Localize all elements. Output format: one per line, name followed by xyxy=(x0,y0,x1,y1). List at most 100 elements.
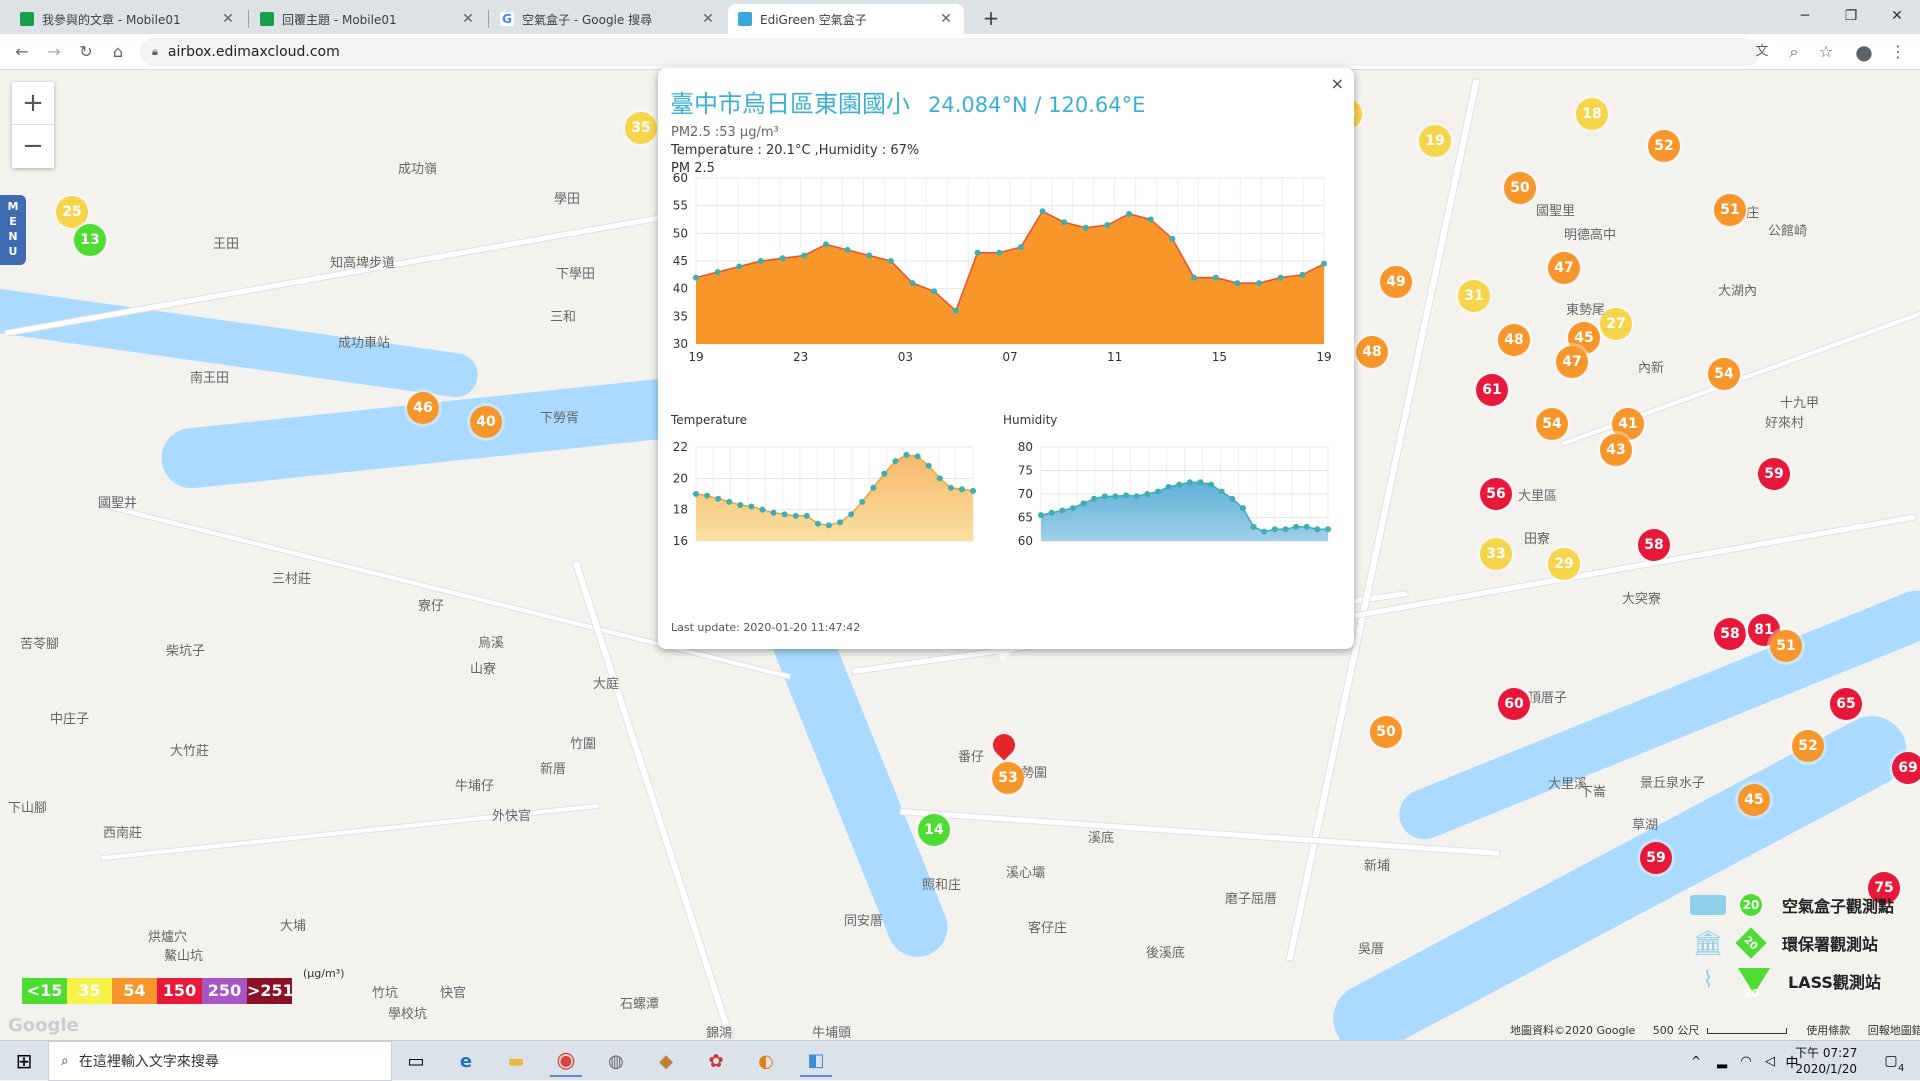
place-label: 快官 xyxy=(440,986,467,1001)
air-quality-marker[interactable]: 49 xyxy=(1380,266,1412,298)
terms-link[interactable]: 使用條款 xyxy=(1806,1024,1850,1037)
browser-tab-active[interactable]: EdiGreen 空氣盒子 ✕ xyxy=(728,4,964,34)
app-icon[interactable]: ◍ xyxy=(600,1045,632,1077)
data-point xyxy=(748,503,755,510)
task-view-icon[interactable]: ▭ xyxy=(400,1045,432,1077)
air-quality-marker[interactable]: 61 xyxy=(1476,374,1508,406)
air-quality-marker[interactable]: 51 xyxy=(1714,194,1746,226)
close-tab-icon[interactable]: ✕ xyxy=(938,11,954,27)
air-quality-marker[interactable]: 45 xyxy=(1738,784,1770,816)
close-tab-icon[interactable]: ✕ xyxy=(460,11,476,27)
x-tick-label: 23 xyxy=(793,350,808,364)
station-type-epa[interactable]: 🏛︎ 20 環保署觀測站 xyxy=(1690,927,1920,959)
y-tick-label: 65 xyxy=(1018,511,1033,525)
station-type-lass[interactable]: ⌇ 20 LASS觀測站 xyxy=(1690,966,1920,999)
y-tick-label: 50 xyxy=(673,226,688,240)
taskbar-search-input[interactable]: ⌕ 在這裡輸入文字來搜尋 xyxy=(48,1041,392,1081)
close-tab-icon[interactable]: ✕ xyxy=(220,11,236,27)
windows-start-icon[interactable]: ⊞ xyxy=(8,1045,40,1077)
air-quality-marker[interactable]: 27 xyxy=(1600,308,1632,340)
air-quality-marker[interactable]: 13 xyxy=(74,224,106,256)
menu-tab[interactable]: M E N U xyxy=(0,195,26,265)
address-bar[interactable]: 🔒︎ airbox.edimaxcloud.com xyxy=(140,38,1760,66)
air-quality-marker[interactable]: 69 xyxy=(1892,752,1920,784)
air-quality-marker[interactable]: 53 xyxy=(992,762,1024,794)
system-clock[interactable]: 下午 07:27 2020/1/20 xyxy=(1795,1045,1857,1077)
air-quality-marker[interactable]: 59 xyxy=(1758,458,1790,490)
app-icon[interactable]: ◆ xyxy=(650,1045,682,1077)
air-quality-marker[interactable]: 14 xyxy=(918,814,950,846)
air-quality-marker[interactable]: 58 xyxy=(1638,529,1670,561)
air-quality-marker[interactable]: 33 xyxy=(1480,538,1512,570)
air-quality-marker[interactable]: 54 xyxy=(1536,408,1568,440)
air-quality-marker[interactable]: 18 xyxy=(1576,98,1608,130)
browser-tab[interactable]: G 空氣盒子 - Google 搜尋 ✕ xyxy=(490,4,726,34)
more-menu-icon[interactable]: ⋮ xyxy=(1886,40,1910,64)
air-quality-marker[interactable]: 60 xyxy=(1498,688,1530,720)
home-icon[interactable]: ⌂ xyxy=(106,40,130,64)
air-quality-marker[interactable]: 65 xyxy=(1830,688,1862,720)
air-quality-marker[interactable]: 46 xyxy=(407,392,439,424)
air-quality-marker[interactable]: 50 xyxy=(1370,716,1402,748)
back-icon[interactable]: ← xyxy=(10,40,34,64)
zoom-in-button[interactable]: + xyxy=(12,82,54,125)
new-tab-button[interactable]: + xyxy=(977,6,1005,30)
data-point xyxy=(1261,528,1268,535)
selected-station-pin-icon[interactable] xyxy=(988,729,1020,761)
air-quality-marker[interactable]: 48 xyxy=(1356,336,1388,368)
air-quality-marker[interactable]: 35 xyxy=(625,112,657,144)
url-text: airbox.edimaxcloud.com xyxy=(167,44,340,60)
data-point xyxy=(1080,500,1087,507)
chrome-browser-icon[interactable]: ◉ xyxy=(550,1045,582,1077)
river xyxy=(0,284,481,400)
close-tab-icon[interactable]: ✕ xyxy=(700,11,716,27)
air-quality-marker[interactable]: 43 xyxy=(1600,434,1632,466)
air-quality-marker[interactable]: 58 xyxy=(1714,618,1746,650)
close-window-icon[interactable]: ✕ xyxy=(1874,4,1920,28)
air-quality-marker[interactable]: 52 xyxy=(1648,130,1680,162)
air-quality-marker[interactable]: 52 xyxy=(1792,730,1824,762)
profile-icon[interactable]: ● xyxy=(1852,40,1876,64)
translate-icon[interactable]: 文 xyxy=(1750,40,1774,64)
data-point xyxy=(909,280,916,287)
air-quality-marker[interactable]: 50 xyxy=(1504,172,1536,204)
file-explorer-icon[interactable]: ▬ xyxy=(500,1045,532,1077)
air-quality-marker[interactable]: 29 xyxy=(1548,548,1580,580)
place-label: 鰲山坑 xyxy=(164,949,204,964)
air-quality-marker[interactable]: 47 xyxy=(1548,252,1580,284)
zoom-out-button[interactable]: − xyxy=(12,125,54,168)
place-label: 山寮 xyxy=(470,662,497,677)
minimize-icon[interactable]: ─ xyxy=(1782,4,1828,28)
app-icon[interactable]: ✿ xyxy=(700,1045,732,1077)
station-type-airbox[interactable]: 20 空氣盒子觀測點 xyxy=(1690,890,1920,920)
map-scale[interactable]: 500 公尺 xyxy=(1653,1024,1700,1037)
bookmark-star-icon[interactable]: ☆ xyxy=(1814,40,1838,64)
data-point xyxy=(792,512,799,519)
browser-tab[interactable]: 我參與的文章 - Mobile01 ✕ xyxy=(10,4,246,34)
air-quality-marker[interactable]: 54 xyxy=(1708,358,1740,390)
pm25-legend: <15 35 54 150 250 >251 xyxy=(22,978,294,1004)
browser-tab[interactable]: 回覆主題 - Mobile01 ✕ xyxy=(250,4,486,34)
air-quality-marker[interactable]: 40 xyxy=(470,406,502,438)
air-quality-marker[interactable]: 31 xyxy=(1458,280,1490,312)
place-label: 頂厝子 xyxy=(1528,691,1568,706)
clock-date: 2020/1/20 xyxy=(1795,1062,1857,1076)
air-quality-marker[interactable]: 51 xyxy=(1770,630,1802,662)
air-quality-marker[interactable]: 25 xyxy=(56,196,88,228)
zoom-icon[interactable]: ⌕ xyxy=(1782,40,1806,64)
air-quality-marker[interactable]: 47 xyxy=(1556,346,1588,378)
app-icon[interactable]: ◐ xyxy=(750,1045,782,1077)
edge-browser-icon[interactable]: e xyxy=(450,1045,482,1077)
air-quality-marker[interactable]: 56 xyxy=(1480,478,1512,510)
reload-icon[interactable]: ↻ xyxy=(74,40,98,64)
air-quality-marker[interactable]: 19 xyxy=(1419,125,1451,157)
close-popup-button[interactable]: × xyxy=(1331,74,1344,93)
edigreen-favicon-icon xyxy=(738,12,752,26)
report-map-error-link[interactable]: 回報地圖錯誤 xyxy=(1868,1024,1920,1037)
air-quality-marker[interactable]: 59 xyxy=(1640,842,1672,874)
restore-icon[interactable]: ❐ xyxy=(1828,4,1874,28)
forward-icon[interactable]: → xyxy=(42,40,66,64)
air-quality-marker[interactable]: 48 xyxy=(1498,324,1530,356)
menu-letter: M xyxy=(7,200,19,213)
app-icon[interactable]: ◧ xyxy=(800,1045,832,1077)
